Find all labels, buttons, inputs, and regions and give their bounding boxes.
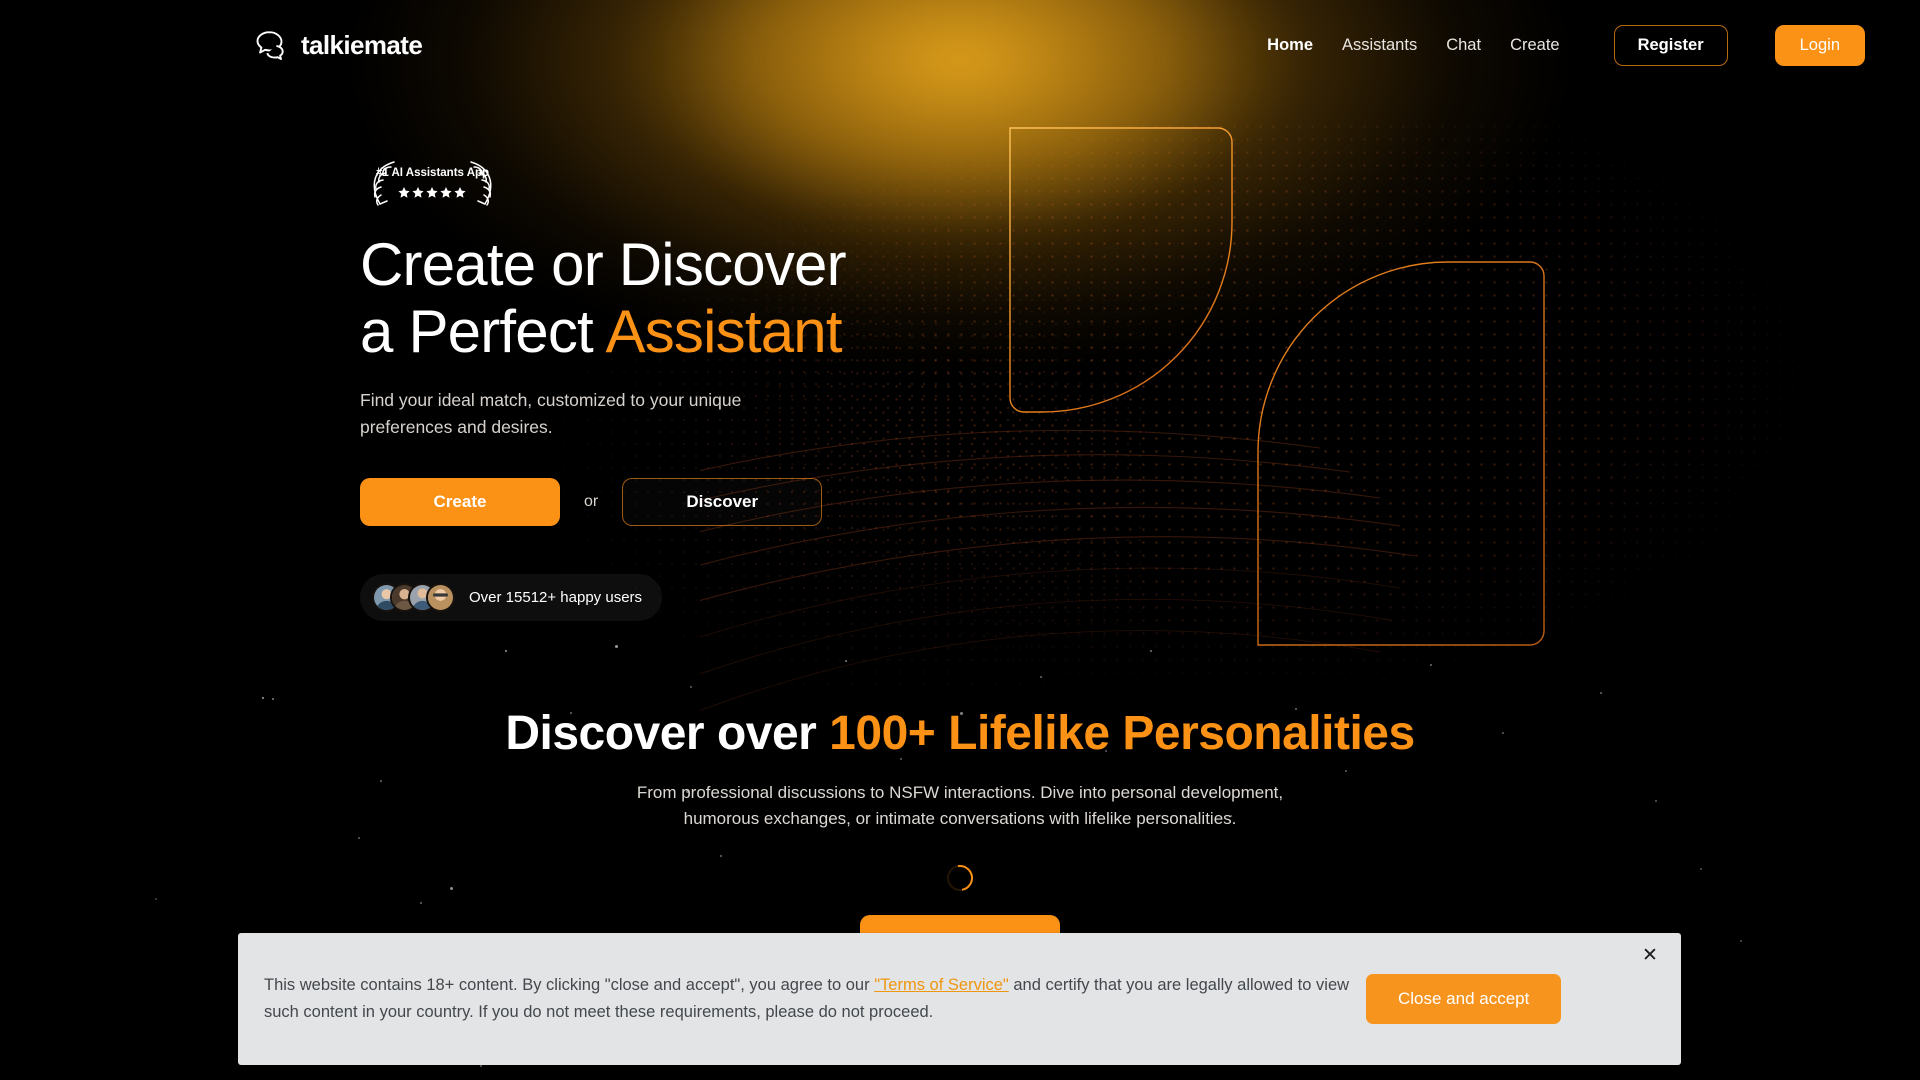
hero-headline-line2-prefix: a Perfect: [360, 298, 605, 365]
section2-title-prefix: Discover over: [505, 707, 829, 760]
site-header: talkiemate Home Assistants Chat Create R…: [0, 0, 1920, 90]
hero-headline-accent: Assistant: [605, 298, 841, 365]
hero-headline: Create or Discover a Perfect Assistant: [360, 231, 1060, 365]
consent-text: This website contains 18+ content. By cl…: [256, 972, 1366, 1025]
nav-item-create[interactable]: Create: [1510, 36, 1560, 55]
create-button[interactable]: Create: [360, 478, 560, 526]
close-and-accept-button[interactable]: Close and accept: [1366, 974, 1561, 1024]
discover-button[interactable]: Discover: [622, 478, 822, 526]
avatar-group: [372, 583, 455, 612]
award-badge: #1 AI Assistants App: [360, 155, 505, 213]
social-proof-text: Over 15512+ happy users: [469, 589, 642, 606]
register-button[interactable]: Register: [1614, 25, 1728, 66]
nav-item-chat[interactable]: Chat: [1446, 36, 1481, 55]
hero-headline-line1: Create or Discover: [360, 231, 846, 298]
nav-item-assistants[interactable]: Assistants: [1342, 36, 1417, 55]
consent-banner: This website contains 18+ content. By cl…: [238, 933, 1681, 1065]
cta-separator: or: [584, 493, 598, 511]
hero-section: #1 AI Assistants App Create or Discover …: [0, 0, 1920, 660]
avatar: [426, 583, 455, 612]
logo[interactable]: talkiemate: [250, 28, 422, 62]
section2-sub-line1: From professional discussions to NSFW in…: [637, 783, 1283, 802]
section2-title: Discover over 100+ Lifelike Personalitie…: [0, 705, 1920, 763]
page-root: talkiemate Home Assistants Chat Create R…: [0, 0, 1920, 1080]
section2-subtitle: From professional discussions to NSFW in…: [0, 780, 1920, 832]
nav-item-home[interactable]: Home: [1267, 36, 1313, 55]
main-nav: Home Assistants Chat Create Register Log…: [1267, 25, 1865, 66]
terms-of-service-link[interactable]: "Terms of Service": [874, 976, 1009, 994]
section2-title-accent: 100+ Lifelike Personalities: [829, 707, 1415, 760]
chat-bubbles-icon: [250, 28, 290, 62]
close-x-icon[interactable]: ✕: [1639, 944, 1661, 966]
consent-text-before: This website contains 18+ content. By cl…: [264, 976, 874, 994]
hero-cta-row: Create or Discover: [360, 478, 1060, 526]
spinner-icon: [942, 859, 978, 895]
section2-sub-line2: humorous exchanges, or intimate conversa…: [684, 809, 1237, 828]
login-button[interactable]: Login: [1775, 25, 1865, 66]
svg-text:#1 AI Assistants App: #1 AI Assistants App: [376, 167, 489, 179]
hero-subhead: Find your ideal match, customized to you…: [360, 387, 755, 440]
logo-text: talkiemate: [301, 30, 422, 61]
social-proof: Over 15512+ happy users: [360, 574, 662, 621]
